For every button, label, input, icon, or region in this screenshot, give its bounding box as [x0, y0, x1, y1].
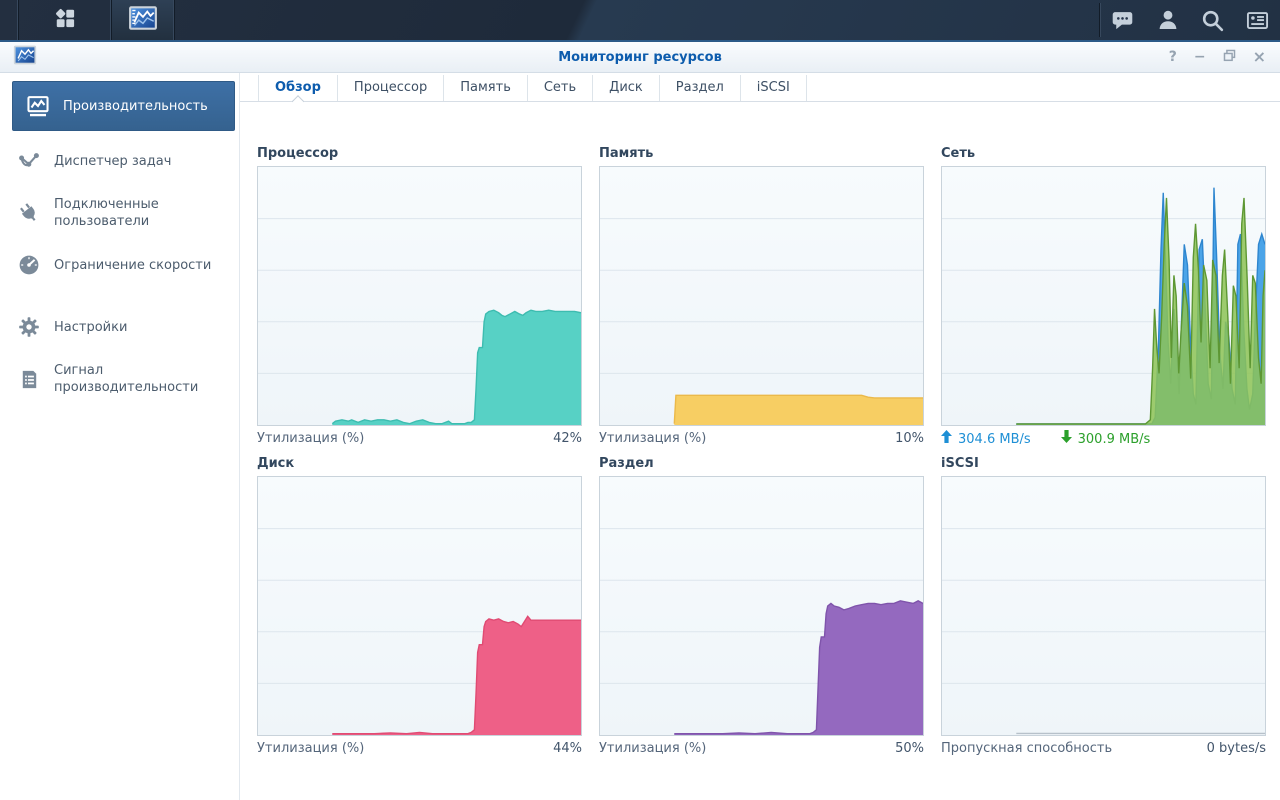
close-button[interactable]: ×: [1253, 49, 1266, 65]
sidebar: Производительность Диспетчер задач Подкл…: [0, 73, 240, 800]
iscsi-panel: iSCSI Пропускная способность 0 bytes/s: [941, 456, 1266, 757]
restore-button[interactable]: [1223, 49, 1236, 65]
disk-panel: Диск Утилизация (%) 44%: [257, 456, 582, 757]
volume-chart: [599, 476, 924, 736]
sidebar-item-performance-alarm[interactable]: Сигнал производительности: [0, 351, 239, 407]
sidebar-item-settings[interactable]: Настройки: [0, 303, 239, 351]
cpu-foot-label: Утилизация (%): [257, 431, 365, 446]
tab-overview[interactable]: Обзор: [258, 75, 337, 101]
resource-monitor-window-icon: [13, 43, 37, 71]
volume-panel: Раздел Утилизация (%) 50%: [599, 456, 924, 757]
main-menu-button[interactable]: [19, 0, 112, 40]
network-chart: [941, 166, 1266, 426]
cpu-panel-title: Процессор: [257, 146, 339, 161]
user-menu-button[interactable]: [1145, 0, 1190, 40]
resource-monitor-app-icon: [128, 3, 158, 37]
iscsi-panel-title: iSCSI: [941, 456, 979, 471]
sidebar-item-label: Сигнал производительности: [54, 363, 199, 395]
search-icon: [1200, 8, 1225, 33]
restore-icon: [1223, 49, 1236, 65]
tab-memory[interactable]: Память: [443, 75, 527, 101]
resource-monitor-window: Мониторинг ресурсов ? − × Производительн…: [0, 42, 1280, 800]
taskbar: [0, 0, 1280, 42]
sidebar-item-speed-limit[interactable]: Ограничение скорости: [0, 241, 239, 289]
speedometer-icon: [16, 252, 42, 278]
search-button[interactable]: [1190, 0, 1235, 40]
sidebar-item-label: Ограничение скорости: [54, 257, 212, 273]
resource-monitor-taskbar-button[interactable]: [112, 0, 175, 40]
sidebar-item-performance[interactable]: Производительность: [12, 81, 235, 131]
iscsi-chart: [941, 476, 1266, 736]
disk-foot-value: 44%: [553, 741, 582, 756]
task-manager-icon: [16, 148, 42, 174]
notifications-button[interactable]: [1100, 0, 1145, 40]
sidebar-item-label: Производительность: [63, 98, 208, 114]
cpu-chart: [257, 166, 582, 426]
performance-chart-icon: [25, 93, 51, 119]
volume-panel-title: Раздел: [599, 456, 654, 471]
memory-foot-label: Утилизация (%): [599, 431, 707, 446]
network-panel-title: Сеть: [941, 146, 976, 161]
window-titlebar[interactable]: Мониторинг ресурсов ? − ×: [0, 42, 1280, 73]
disk-foot-label: Утилизация (%): [257, 741, 365, 756]
disk-chart: [257, 476, 582, 736]
sidebar-item-label: Диспетчер задач: [54, 153, 172, 169]
disk-panel-title: Диск: [257, 456, 295, 471]
help-button[interactable]: ?: [1169, 50, 1177, 64]
tabbar: Обзор Процессор Память Сеть Диск Раздел …: [240, 73, 1280, 102]
minimize-button[interactable]: −: [1194, 50, 1206, 64]
pilot-view-button[interactable]: [1235, 0, 1280, 40]
gear-icon: [16, 314, 42, 340]
taskbar-edge: [0, 0, 19, 40]
volume-foot-label: Утилизация (%): [599, 741, 707, 756]
sidebar-item-label: Подключенные пользователи: [54, 197, 159, 229]
iscsi-foot-label: Пропускная способность: [941, 741, 1113, 756]
memory-chart: [599, 166, 924, 426]
cpu-foot-value: 42%: [553, 431, 582, 446]
user-icon: [1156, 8, 1180, 32]
cpu-panel: Процессор Утилизация (%) 42%: [257, 146, 582, 448]
report-list-icon: [16, 366, 42, 392]
main-panel: Обзор Процессор Память Сеть Диск Раздел …: [240, 73, 1280, 800]
sidebar-item-task-manager[interactable]: Диспетчер задач: [0, 137, 239, 185]
apps-grid-icon: [52, 5, 78, 35]
memory-panel-title: Память: [599, 146, 654, 161]
tab-volume[interactable]: Раздел: [658, 75, 740, 101]
sidebar-item-label: Настройки: [54, 319, 128, 335]
memory-panel: Память Утилизация (%) 10%: [599, 146, 924, 448]
tab-network[interactable]: Сеть: [526, 75, 592, 101]
window-title: Мониторинг ресурсов: [558, 49, 722, 65]
widgets-panel-icon: [1245, 8, 1270, 33]
network-download-value: 300.9 MB/s: [1077, 431, 1151, 447]
tab-disk[interactable]: Диск: [592, 75, 659, 101]
sidebar-item-connected-users[interactable]: Подключенные пользователи: [0, 185, 239, 241]
volume-foot-value: 50%: [895, 741, 924, 756]
download-arrow-icon: [1060, 430, 1072, 448]
network-panel: Сеть 304.6 MB/s 300.9 MB/s: [941, 146, 1266, 448]
tab-iscsi[interactable]: iSCSI: [739, 75, 807, 101]
tab-cpu[interactable]: Процессор: [336, 75, 443, 101]
taskbar-spacer: [175, 0, 1099, 40]
chat-icon: [1110, 8, 1135, 33]
upload-arrow-icon: [941, 430, 952, 448]
plug-icon: [16, 200, 42, 226]
iscsi-foot-value: 0 bytes/s: [1206, 741, 1266, 756]
network-upload-value: 304.6 MB/s: [958, 431, 1031, 447]
memory-foot-value: 10%: [895, 431, 924, 446]
overview-content: Процессор Утилизация (%) 42% Память Утил…: [240, 102, 1280, 757]
